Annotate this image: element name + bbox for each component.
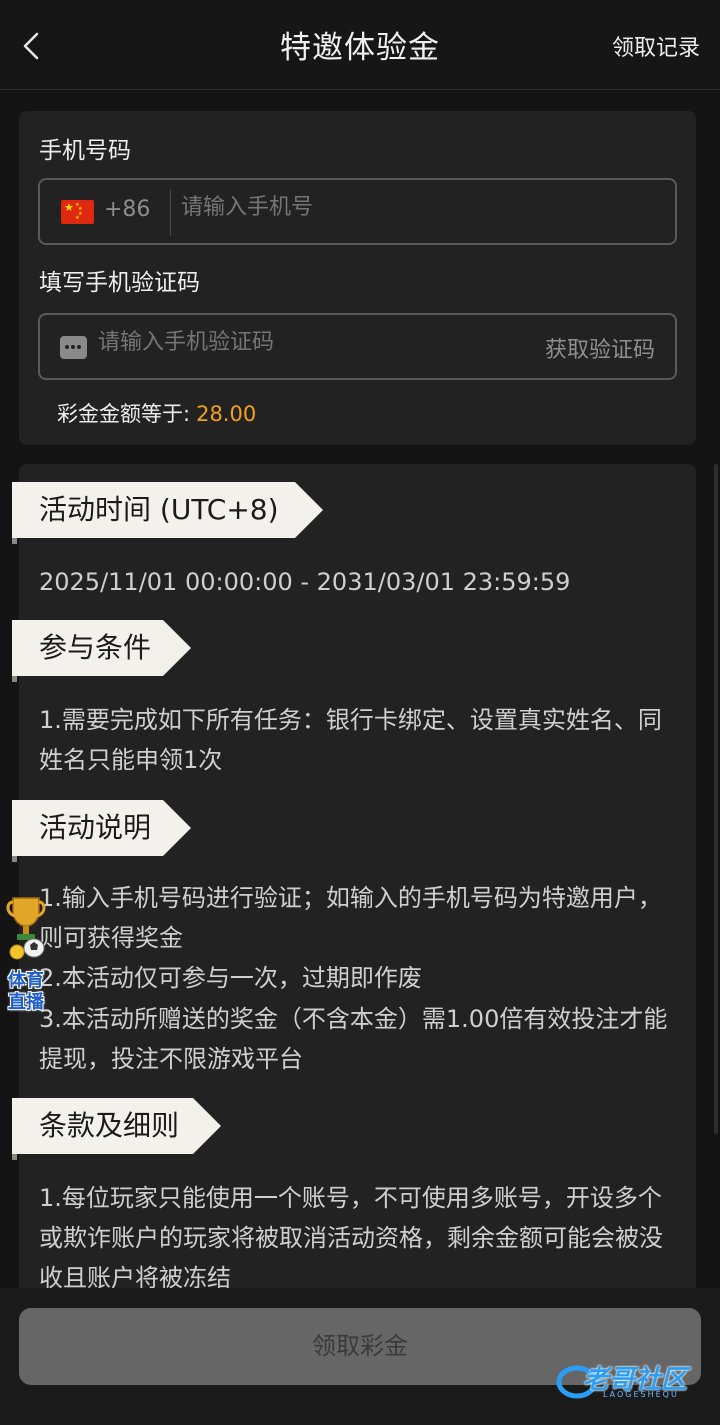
- divider: [170, 189, 171, 236]
- message-dots-icon: [60, 336, 87, 359]
- description-line-3: 3.本活动所赠送的奖金（不含本金）需1.00倍有效投注才能提现，投注不限游戏平台: [39, 1005, 668, 1073]
- description-line-1: 1.输入手机号码进行验证；如输入的手机号码为特邀用户，则可获得奖金: [39, 884, 662, 952]
- claim-history-link[interactable]: 领取记录: [612, 30, 700, 62]
- top-nav-bar: 特邀体验金 领取记录: [0, 0, 720, 90]
- description-line-2: 2.本活动仅可参与一次，过期即作废: [39, 964, 422, 992]
- china-flag-icon: ★ ★ ★ ★ ★: [61, 200, 94, 224]
- code-input-group: 获取验证码: [38, 313, 677, 380]
- watermark-subtext: LAOGESHEQU: [603, 1390, 679, 1399]
- code-label: 填写手机验证码: [39, 270, 200, 296]
- phone-input-group: ★ ★ ★ ★ ★ +86: [38, 178, 677, 245]
- trophy-icon: [6, 897, 46, 960]
- bonus-amount-value: 28.00: [196, 402, 257, 426]
- activity-info-card: 活动时间 (UTC+8) 2025/11/01 00:00:00 - 2031/…: [12, 464, 696, 1304]
- terms-line-1: 1.每位玩家只能使用一个账号，不可使用多账号，开设多个或欺诈账户的玩家将被取消活…: [39, 1184, 663, 1292]
- scrollbar[interactable]: [714, 464, 718, 1134]
- section-title-eligibility: 参与条件: [12, 620, 191, 682]
- bonus-label: 彩金金额等于:: [57, 402, 191, 426]
- country-code-selector[interactable]: +86: [104, 197, 150, 222]
- float-label-line2: 直播: [8, 992, 44, 1013]
- verification-form-card: 手机号码 ★ ★ ★ ★ ★ +86 填写手机验证码 获取验证码 彩金金额等于:…: [19, 111, 696, 445]
- section-title-description: 活动说明: [12, 800, 191, 862]
- page: 特邀体验金 领取记录 手机号码 ★ ★ ★ ★ ★ +86 填写手机验证码 获取…: [0, 0, 720, 1425]
- eligibility-text: 1.需要完成如下所有任务：银行卡绑定、设置真实姓名、同姓名只能申领1次: [39, 706, 662, 774]
- verification-code-input[interactable]: [98, 330, 508, 355]
- sports-live-float-button[interactable]: 体育 直播: [0, 892, 52, 1016]
- section-title-activity-time: 活动时间 (UTC+8): [12, 482, 323, 544]
- section-title-terms: 条款及细则: [12, 1098, 221, 1160]
- watermark-logo: 老哥社区 LAOGESHEQU: [555, 1356, 710, 1406]
- float-label-line1: 体育: [8, 970, 44, 991]
- phone-label: 手机号码: [39, 138, 131, 164]
- activity-time-range: 2025/11/01 00:00:00 - 2031/03/01 23:59:5…: [39, 568, 571, 596]
- get-code-button[interactable]: 获取验证码: [545, 332, 655, 364]
- bonus-amount-row: 彩金金额等于: 28.00: [57, 398, 256, 428]
- phone-input[interactable]: [181, 195, 651, 220]
